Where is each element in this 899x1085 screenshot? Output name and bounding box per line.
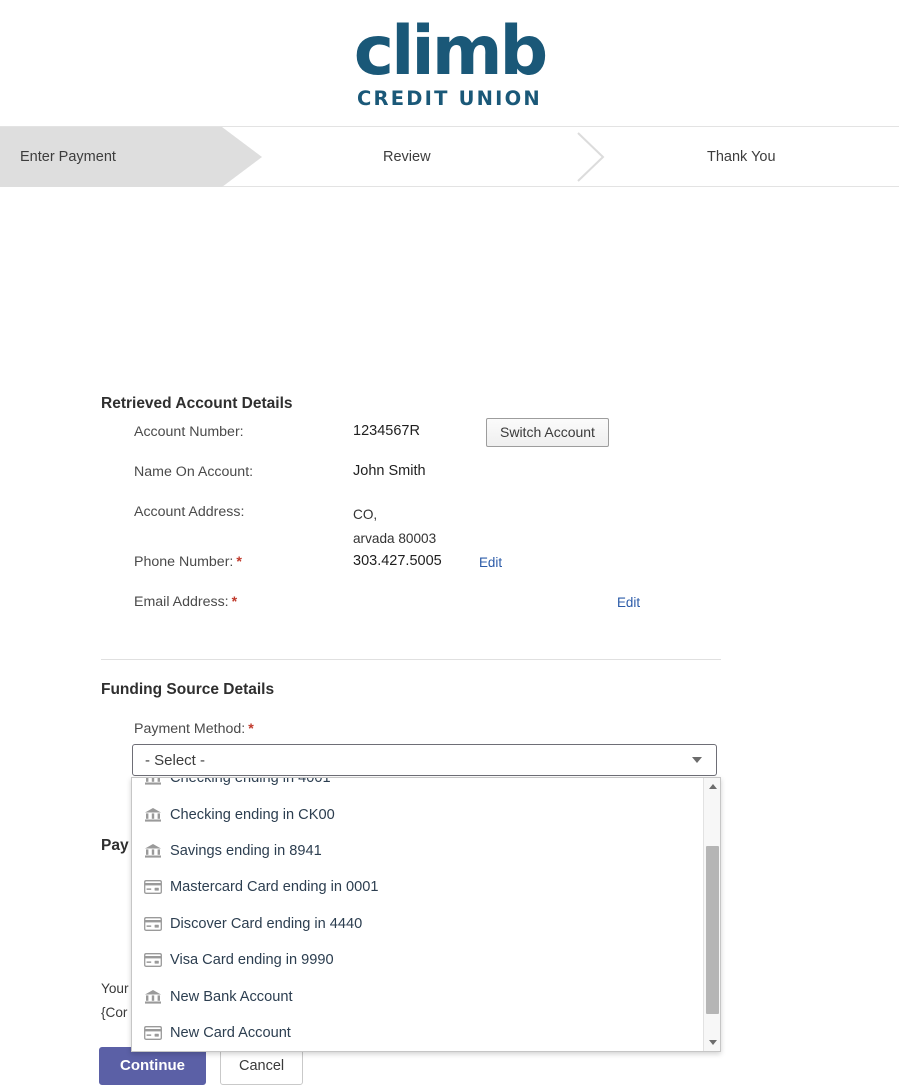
payment-method-required-asterisk: * (248, 721, 254, 737)
dropdown-option[interactable]: Discover Card ending in 4440 (132, 906, 705, 942)
address-line-2: arvada 80003 (353, 530, 437, 546)
account-address-row: Account Address: CO, arvada 80003 (101, 501, 741, 551)
account-number-row: Account Number: 1234567R Switch Account (101, 418, 741, 461)
account-section-title: Retrieved Account Details (101, 395, 293, 412)
dropdown-option-label: New Card Account (170, 1024, 291, 1041)
account-address-value: CO, arvada 80003 (353, 501, 471, 551)
dropdown-option-label: Visa Card ending in 9990 (170, 952, 334, 969)
email-address-row: Email Address: * Edit (101, 591, 741, 631)
step-enter-payment-label: Enter Payment (20, 149, 116, 165)
chevron-down-icon (692, 757, 702, 763)
phone-number-label: Phone Number: * (101, 551, 353, 570)
dropdown-option[interactable]: Mastercard Card ending in 0001 (132, 869, 705, 905)
dropdown-option-label: Checking ending in CK00 (170, 806, 335, 823)
dropdown-scrollbar[interactable] (703, 778, 720, 1051)
progress-stepbar: Enter Payment Review Thank You (0, 127, 899, 187)
step-review[interactable]: Review (330, 127, 530, 187)
dropdown-option[interactable]: New Bank Account (132, 978, 705, 1014)
form-actions: Continue Cancel (99, 1047, 304, 1085)
cancel-button[interactable]: Cancel (220, 1047, 304, 1085)
dropdown-option[interactable]: Visa Card ending in 9990 (132, 942, 705, 978)
phone-number-row: Phone Number: * 303.427.5005 Edit (101, 551, 741, 591)
name-on-account-row: Name On Account: John Smith (101, 461, 741, 501)
step-enter-payment[interactable]: Enter Payment (0, 127, 262, 187)
account-address-label: Account Address: (134, 504, 245, 520)
scroll-up-arrow-icon[interactable] (704, 778, 720, 795)
scroll-down-arrow-icon[interactable] (704, 1034, 720, 1051)
payment-details-title: Pay (101, 837, 129, 854)
brand-logo: climb CREDIT UNION (353, 12, 548, 110)
section-divider (101, 659, 721, 660)
scrollbar-thumb[interactable] (706, 846, 719, 1014)
name-on-account-value: John Smith (353, 463, 426, 479)
site-header: climb CREDIT UNION (0, 0, 899, 127)
phone-number-label-text: Phone Number: (134, 553, 234, 570)
email-address-label-text: Email Address: (134, 593, 229, 610)
payment-method-select[interactable]: - Select - (132, 744, 717, 776)
phone-required-asterisk: * (236, 553, 242, 570)
email-required-asterisk: * (231, 593, 238, 610)
credit-card-icon (144, 880, 170, 895)
logo-subtitle: CREDIT UNION (357, 86, 542, 110)
logo-wordmark: climb (353, 12, 548, 92)
step-chevron-icon (570, 127, 610, 187)
account-number-value: 1234567R (353, 423, 420, 439)
dropdown-option-label: Checking ending in 4001 (170, 777, 331, 787)
edit-phone-link[interactable]: Edit (479, 551, 502, 570)
payment-method-label: Payment Method: * (101, 721, 741, 737)
dropdown-option[interactable]: Checking ending in 4001 (132, 777, 705, 796)
dropdown-option-label: New Bank Account (170, 988, 293, 1005)
credit-card-icon (144, 953, 170, 968)
funding-source-details-section: Funding Source Details Payment Method: * … (101, 681, 741, 776)
dropdown-option[interactable]: Checking ending in CK00 (132, 796, 705, 832)
credit-card-icon (144, 916, 170, 931)
phone-number-value: 303.427.5005 (353, 552, 442, 569)
payment-method-label-text: Payment Method: (134, 721, 246, 737)
email-address-label: Email Address: * (101, 591, 353, 610)
credit-card-icon (144, 1025, 170, 1040)
dropdown-option-label: Discover Card ending in 4440 (170, 915, 363, 932)
payment-method-selected-value: - Select - (145, 751, 206, 769)
account-number-label: Account Number: (134, 424, 244, 440)
continue-button[interactable]: Continue (99, 1047, 206, 1085)
bank-icon (144, 778, 170, 786)
dropdown-option-label: Savings ending in 8941 (170, 842, 322, 859)
step-review-label: Review (383, 149, 431, 165)
edit-email-link[interactable]: Edit (617, 591, 640, 610)
retrieved-account-details-section: Retrieved Account Details Account Number… (101, 395, 741, 631)
switch-account-button[interactable]: Switch Account (486, 418, 609, 447)
dropdown-options-container: Checking ending in 4001 Checking ending i… (132, 777, 705, 1051)
step-thank-you[interactable]: Thank You (640, 127, 870, 187)
address-line-1: CO, (353, 507, 378, 522)
payment-method-dropdown-list[interactable]: Checking ending in 4001 Checking ending i… (131, 777, 721, 1052)
dropdown-option-label: Mastercard Card ending in 0001 (170, 879, 379, 896)
dropdown-option[interactable]: Savings ending in 8941 (132, 833, 705, 869)
step-thank-you-label: Thank You (707, 149, 776, 165)
email-address-value (353, 591, 471, 593)
bank-icon (144, 843, 170, 859)
bank-icon (144, 989, 170, 1005)
bank-icon (144, 807, 170, 823)
dropdown-option[interactable]: New Card Account (132, 1015, 705, 1051)
name-on-account-label: Name On Account: (134, 464, 254, 480)
funding-section-title: Funding Source Details (101, 681, 275, 698)
